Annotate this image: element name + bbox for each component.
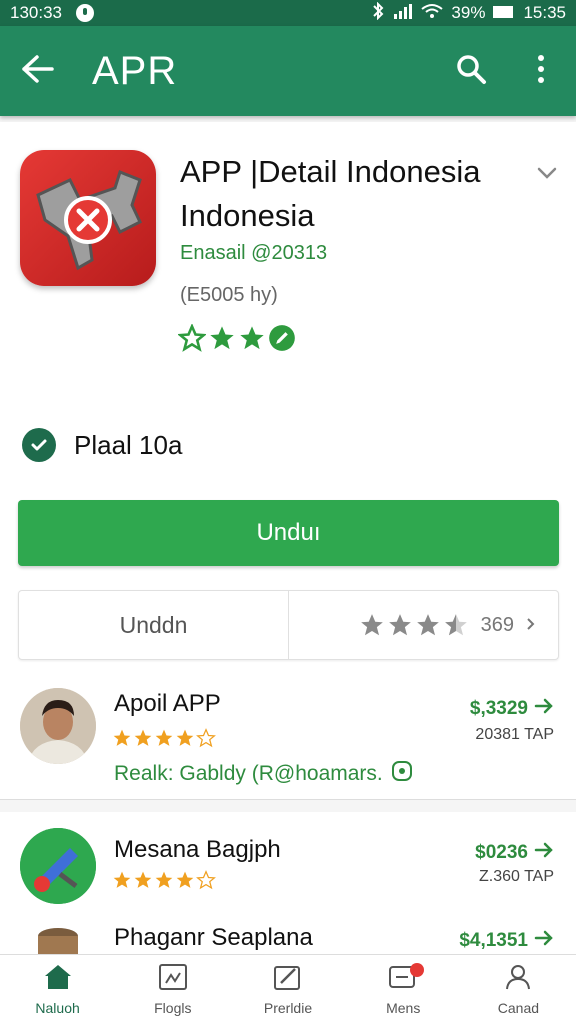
star-outline-icon [178,324,206,352]
status-time-right: 15:35 [523,3,566,22]
nav-label: Mens [386,1000,421,1016]
more-options-button[interactable] [506,26,576,116]
status-bar: 130:33 39% 15:35 [0,0,576,26]
search-icon [455,53,487,90]
list-item-title[interactable]: Mesana Bagjph [114,836,281,864]
info-icon [76,4,94,22]
star-gold-icon [134,871,152,888]
price-text: $0236 [475,842,528,863]
nav-label: Prerldie [263,1000,313,1016]
star-grey-icon [416,614,439,636]
nav-apps[interactable]: Flogls [115,955,230,1024]
list-section: Mesana Bagjph $0236 Z.360 TAP Phaganr Se… [0,812,576,962]
arrow-left-icon [21,54,55,89]
at-icon [391,760,413,788]
bluetooth-icon [371,1,385,25]
app-bar: APR [0,26,576,116]
list-item-title[interactable]: Phaganr Seaplana [114,924,313,952]
install-button[interactable]: Unduı [18,500,559,566]
arrow-right-icon [534,930,554,952]
list-item-link[interactable]: Realk: Gabldy (R@hoamars. [114,760,413,788]
battery-icon [493,3,515,23]
back-button[interactable] [0,26,76,116]
nav-label: Naluoh [35,1000,80,1016]
price-text: $4,1351 [459,930,528,951]
avatar [20,688,96,764]
star-grey-icon [360,614,383,636]
star-gold-icon [134,729,152,746]
list-item[interactable]: Apoil APP Realk: Gabldy (R@hoamars. $,33… [0,672,576,800]
edit-badge-icon [269,325,295,351]
star-grey-icon [388,614,411,636]
star-gold-icon [155,871,173,888]
app-rating [178,324,296,352]
list-item-price: $,3329 [470,698,554,720]
app-name: APP |Detail Indonesia Indonesia [180,154,481,233]
list-item-link-text: Realk: Gabldy (R@hoamars. [114,762,383,785]
status-time-left: 130:33 [10,3,62,22]
chevron-right-icon [526,614,536,637]
nav-label: Flogls [154,1000,192,1016]
star-filled-icon [240,326,264,350]
list-item-stars [112,728,216,748]
app-icon [20,150,156,286]
app-size: (E5005 hy) [180,284,278,306]
apps-icon [158,963,188,994]
star-half-icon [444,614,467,636]
nav-edit[interactable]: Prerldie [230,955,345,1024]
expand-button[interactable] [532,158,562,188]
star-gold-icon [113,729,131,746]
list-item-price: $0236 [475,842,554,864]
app-thumbnail[interactable] [20,828,96,904]
app-detail-card: APP |Detail Indonesia Indonesia Enasail … [0,122,576,682]
list-item-sub: Z.360 TAP [479,868,554,885]
wifi-icon [421,3,444,24]
list-item-stars [112,870,216,890]
star-outline-icon [196,728,216,748]
nav-label: Canad [497,1000,540,1016]
list-item-title: Apoil APP [114,690,221,717]
search-button[interactable] [436,26,506,116]
chevron-down-icon [532,167,562,192]
list-item-price: $4,1351 [459,930,554,952]
star-outline-icon [196,870,216,890]
arrow-right-icon [534,842,554,864]
list-item-sub: 20381 TAP [475,726,554,743]
edit-icon [273,963,303,994]
arrow-right-icon [534,698,554,720]
price-text: $,3329 [469,698,528,719]
home-icon [43,963,73,994]
review-count: 369 [480,613,514,636]
installed-status: Plaal 10a [22,428,182,462]
signal-icon [393,3,413,24]
developer-name[interactable]: Enasail @20313 [180,242,327,265]
check-icon [22,428,56,462]
nav-home[interactable]: Naluoh [0,955,115,1024]
review-stars [359,612,469,638]
more-vert-icon [536,54,546,89]
secondary-actions: Unddn 369 [18,590,559,660]
bottom-navigation: Naluoh Flogls Prerldie Mens Canad [0,954,576,1024]
status-label: Plaal 10a [74,429,183,460]
secondary-download-button[interactable]: Unddn [19,591,289,659]
nav-notifications[interactable]: Mens [346,955,461,1024]
battery-percent: 39% [451,3,486,22]
page-title: APR [92,48,178,93]
star-gold-icon [113,871,131,888]
star-gold-icon [176,871,194,888]
account-icon [503,963,533,994]
notification-badge [409,963,424,977]
star-gold-icon [176,729,194,746]
star-filled-icon [210,326,234,350]
nav-account[interactable]: Canad [461,955,576,1024]
app-thumbnail[interactable] [36,926,80,956]
reviews-button[interactable]: 369 [289,591,558,659]
star-gold-icon [155,729,173,746]
